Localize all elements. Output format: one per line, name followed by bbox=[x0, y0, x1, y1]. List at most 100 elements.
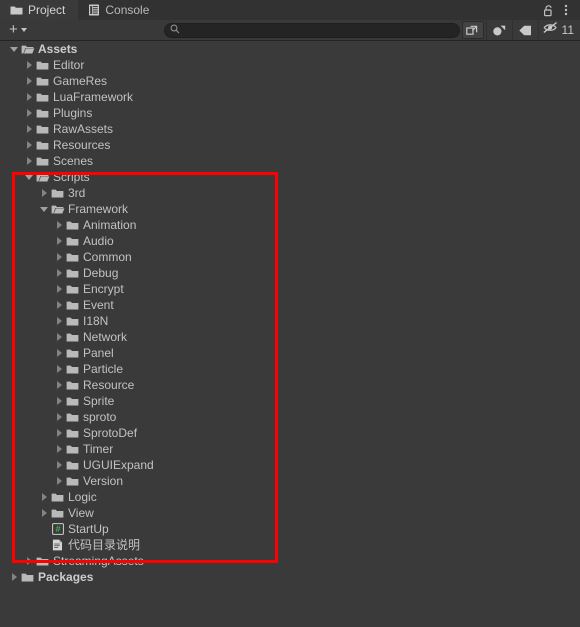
tab-console[interactable]: Console bbox=[78, 0, 162, 20]
folder-icon bbox=[35, 153, 50, 169]
folder-icon bbox=[65, 409, 80, 425]
tree-row-editor[interactable]: Editor bbox=[0, 57, 580, 73]
chevron-right-icon[interactable] bbox=[53, 377, 65, 393]
chevron-right-icon[interactable] bbox=[53, 441, 65, 457]
chevron-right-icon[interactable] bbox=[23, 89, 35, 105]
tree-row-gameres[interactable]: GameRes bbox=[0, 73, 580, 89]
tree-row-rawassets[interactable]: RawAssets bbox=[0, 121, 580, 137]
tree-row-sprotodef[interactable]: SprotoDef bbox=[0, 425, 580, 441]
tree-row-event[interactable]: Event bbox=[0, 297, 580, 313]
tree-row-label: SprotoDef bbox=[83, 426, 138, 440]
tree-row-assets[interactable]: Assets bbox=[0, 41, 580, 57]
tree-row-version[interactable]: Version bbox=[0, 473, 580, 489]
hidden-objects-toggle[interactable]: 11 bbox=[537, 20, 580, 40]
tree-row-label: Timer bbox=[83, 442, 114, 456]
search-input[interactable] bbox=[179, 23, 459, 37]
tree-row-sprite[interactable]: Sprite bbox=[0, 393, 580, 409]
chevron-right-icon[interactable] bbox=[23, 105, 35, 121]
tree-row-plugins[interactable]: Plugins bbox=[0, 105, 580, 121]
tree-row-view[interactable]: View bbox=[0, 505, 580, 521]
chevron-right-icon[interactable] bbox=[23, 137, 35, 153]
chevron-right-icon[interactable] bbox=[53, 393, 65, 409]
tree-row-sproto[interactable]: sproto bbox=[0, 409, 580, 425]
create-dropdown[interactable]: + bbox=[6, 22, 30, 39]
chevron-right-icon[interactable] bbox=[53, 473, 65, 489]
tree-row-i18n[interactable]: I18N bbox=[0, 313, 580, 329]
tree-row-panel[interactable]: Panel bbox=[0, 345, 580, 361]
tree-row-startup[interactable]: # StartUp bbox=[0, 521, 580, 537]
chevron-right-icon[interactable] bbox=[23, 121, 35, 137]
chevron-right-icon[interactable] bbox=[38, 505, 50, 521]
chevron-right-icon[interactable] bbox=[38, 489, 50, 505]
tree-row-particle[interactable]: Particle bbox=[0, 361, 580, 377]
tree-row-resource[interactable]: Resource bbox=[0, 377, 580, 393]
chevron-right-icon[interactable] bbox=[23, 57, 35, 73]
tree-row-packages[interactable]: Packages bbox=[0, 569, 580, 585]
tree-row-[interactable]: 代码目录说明 bbox=[0, 537, 580, 553]
tree-row-label: 3rd bbox=[68, 186, 86, 200]
chevron-right-icon[interactable] bbox=[53, 409, 65, 425]
tree-row-common[interactable]: Common bbox=[0, 249, 580, 265]
chevron-right-icon[interactable] bbox=[53, 281, 65, 297]
chevron-right-icon[interactable] bbox=[23, 553, 35, 569]
lock-icon[interactable] bbox=[540, 1, 556, 19]
chevron-right-icon[interactable] bbox=[53, 361, 65, 377]
tree-row-network[interactable]: Network bbox=[0, 329, 580, 345]
tree-row-scenes[interactable]: Scenes bbox=[0, 153, 580, 169]
tree-row-label: Encrypt bbox=[83, 282, 124, 296]
chevron-right-icon[interactable] bbox=[53, 425, 65, 441]
chevron-right-icon[interactable] bbox=[53, 345, 65, 361]
open-in-new-window-icon[interactable] bbox=[461, 21, 484, 39]
chevron-right-icon[interactable] bbox=[53, 233, 65, 249]
chevron-right-icon[interactable] bbox=[38, 185, 50, 201]
tab-bar-filler bbox=[162, 0, 540, 20]
tab-project[interactable]: Project bbox=[0, 0, 79, 20]
tree-row-label: Common bbox=[83, 250, 132, 264]
tree-row-resources[interactable]: Resources bbox=[0, 137, 580, 153]
chevron-right-icon[interactable] bbox=[53, 217, 65, 233]
window-header-buttons bbox=[540, 0, 580, 20]
tree-row-label: I18N bbox=[83, 314, 109, 328]
tree-row-encrypt[interactable]: Encrypt bbox=[0, 281, 580, 297]
chevron-right-icon[interactable] bbox=[53, 329, 65, 345]
chevron-right-icon[interactable] bbox=[53, 313, 65, 329]
tree-row-debug[interactable]: Debug bbox=[0, 265, 580, 281]
chevron-right-icon[interactable] bbox=[53, 249, 65, 265]
search-by-label-icon[interactable] bbox=[511, 20, 538, 40]
kebab-menu-icon[interactable] bbox=[558, 1, 574, 19]
tab-console-label: Console bbox=[105, 3, 150, 17]
chevron-right-icon[interactable] bbox=[23, 73, 35, 89]
chevron-right-icon[interactable] bbox=[53, 265, 65, 281]
chevron-right-icon[interactable] bbox=[8, 569, 20, 585]
chevron-down-icon[interactable] bbox=[38, 201, 50, 217]
chevron-right-icon[interactable] bbox=[53, 297, 65, 313]
tree-row-label: Assets bbox=[38, 42, 78, 56]
chevron-right-icon[interactable] bbox=[23, 153, 35, 169]
tree-row-streamingassets[interactable]: StreamingAssets bbox=[0, 553, 580, 569]
tree-row-label: Audio bbox=[83, 234, 114, 248]
tree-row-framework[interactable]: Framework bbox=[0, 201, 580, 217]
folder-icon bbox=[35, 105, 50, 121]
tree-row-animation[interactable]: Animation bbox=[0, 217, 580, 233]
tree-row-scripts[interactable]: Scripts bbox=[0, 169, 580, 185]
project-tree[interactable]: Assets Editor GameRes LuaFramework Plugins Ra… bbox=[0, 41, 580, 627]
search-field[interactable] bbox=[163, 21, 460, 39]
tree-row-logic[interactable]: Logic bbox=[0, 489, 580, 505]
search-icon bbox=[170, 21, 180, 39]
search-by-type-icon[interactable] bbox=[485, 20, 512, 40]
tree-row-luaframework[interactable]: LuaFramework bbox=[0, 89, 580, 105]
chevron-right-icon[interactable] bbox=[53, 457, 65, 473]
folder-icon bbox=[35, 553, 50, 569]
folder-icon bbox=[35, 57, 50, 73]
tree-row-audio[interactable]: Audio bbox=[0, 233, 580, 249]
folder-icon bbox=[35, 137, 50, 153]
folder-open-icon bbox=[50, 201, 65, 217]
chevron-down-icon[interactable] bbox=[8, 41, 20, 57]
plus-icon: + bbox=[9, 21, 18, 38]
tree-row-timer[interactable]: Timer bbox=[0, 441, 580, 457]
tree-row-3rd[interactable]: 3rd bbox=[0, 185, 580, 201]
project-toolbar: + 11 bbox=[0, 20, 580, 41]
chevron-down-icon[interactable] bbox=[23, 169, 35, 185]
tree-row-uguiexpand[interactable]: UGUIExpand bbox=[0, 457, 580, 473]
